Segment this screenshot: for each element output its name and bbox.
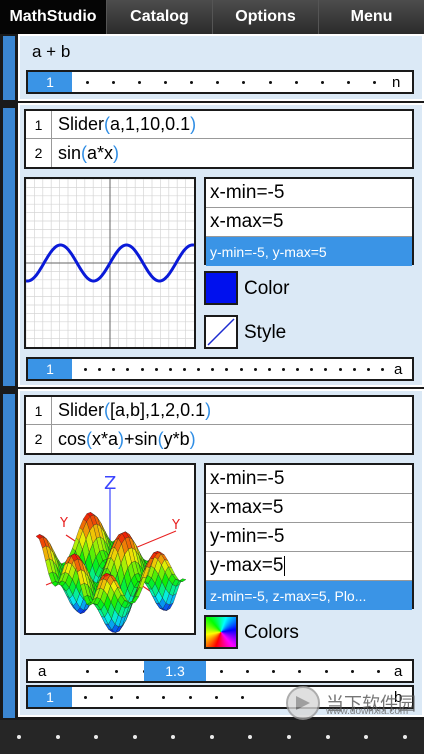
page-dot[interactable]	[209, 735, 214, 739]
page-dot[interactable]	[286, 735, 291, 739]
slider-knob[interactable]: 1	[28, 687, 72, 707]
top-menu-bar: MathStudio Catalog Options Menu	[0, 0, 424, 34]
page-dot[interactable]	[402, 735, 407, 739]
y-axis-label: Y	[59, 516, 68, 531]
range-ymax[interactable]: y-max=5	[206, 552, 412, 581]
code-line[interactable]: 2 cos(x*a)+sin(y*b)	[26, 425, 412, 453]
page-dot[interactable]	[171, 735, 176, 739]
slider-a[interactable]: 1 a	[26, 357, 414, 381]
slider-knob[interactable]: 1	[28, 72, 72, 92]
range-ymin[interactable]: y-min=-5	[206, 523, 412, 552]
slider-ticks	[84, 359, 384, 379]
section-expression[interactable]: a + b 1 n	[18, 34, 424, 101]
range-xmax[interactable]: x-max=5	[206, 208, 412, 237]
tab-options[interactable]: Options	[212, 0, 318, 34]
section3-select-bar[interactable]	[3, 394, 15, 718]
code-text[interactable]: Slider([a,b],1,2,0.1)	[52, 400, 211, 421]
code-text[interactable]: sin(a*x)	[52, 143, 119, 164]
color-swatch[interactable]	[204, 271, 238, 305]
range-xmax[interactable]: x-max=5	[206, 494, 412, 523]
code-line[interactable]: 1 Slider([a,b],1,2,0.1)	[26, 396, 412, 425]
colors-label[interactable]: Colors	[244, 622, 299, 644]
expression-text[interactable]: a + b	[32, 42, 70, 62]
slider-ticks	[220, 661, 380, 681]
section-sine-plot[interactable]: 1 Slider(a,1,10,0.1) 2 sin(a*x) x-min=-5…	[18, 103, 424, 387]
slider-ticks	[86, 661, 146, 681]
slider-ticks	[86, 72, 376, 92]
code-editor-3d[interactable]: 1 Slider([a,b],1,2,0.1) 2 cos(x*a)+sin(y…	[24, 395, 414, 455]
style-swatch[interactable]	[204, 315, 238, 349]
section-surface-plot[interactable]: 1 Slider([a,b],1,2,0.1) 2 cos(x*a)+sin(y…	[18, 389, 424, 717]
slider-knob[interactable]: 1.3	[144, 661, 206, 681]
bottom-page-dots	[0, 720, 424, 754]
slider-end-label: n	[392, 73, 401, 91]
sine-graph	[26, 179, 194, 347]
slider-n[interactable]: 1 n	[26, 70, 414, 94]
line-number: 1	[26, 396, 52, 425]
range-y-selected[interactable]: y-min=-5, y-max=5	[206, 237, 412, 266]
range-xmin[interactable]: x-min=-5	[206, 179, 412, 208]
watermark-logo-icon	[286, 686, 320, 720]
slider-end-label: a	[394, 360, 403, 378]
slider-end-label: a	[394, 662, 403, 680]
code-text[interactable]: Slider(a,1,10,0.1)	[52, 114, 196, 135]
slider-ticks	[84, 687, 244, 707]
section2-select-bar[interactable]	[3, 108, 15, 386]
range-z-selected[interactable]: z-min=-5, z-max=5, Plo...	[206, 581, 412, 610]
watermark-url: www.downxia.com	[326, 706, 409, 717]
page-dot[interactable]	[94, 735, 99, 739]
range-xmin[interactable]: x-min=-5	[206, 465, 412, 494]
left-selection-strip	[0, 34, 18, 720]
colors-swatch[interactable]	[204, 615, 238, 649]
line-number: 1	[26, 110, 52, 139]
code-text[interactable]: cos(x*a)+sin(y*b)	[52, 429, 196, 450]
code-editor-2d[interactable]: 1 Slider(a,1,10,0.1) 2 sin(a*x)	[24, 109, 414, 169]
tab-mathstudio[interactable]: MathStudio	[0, 0, 106, 34]
style-label[interactable]: Style	[244, 322, 286, 344]
sine-plot-canvas[interactable]	[24, 177, 196, 349]
code-line[interactable]: 1 Slider(a,1,10,0.1)	[26, 110, 412, 139]
line-number: 2	[26, 139, 52, 167]
slider-knob[interactable]: 1	[28, 359, 72, 379]
surface-graph: Z Y Y	[35, 473, 187, 633]
slider-a[interactable]: a 1.3 a	[26, 659, 414, 683]
page-dot[interactable]	[325, 735, 330, 739]
color-label[interactable]: Color	[244, 278, 289, 300]
tab-menu[interactable]: Menu	[318, 0, 424, 34]
slider-start-label: a	[38, 662, 47, 680]
page-dot[interactable]	[132, 735, 137, 739]
y-axis-label: Y	[171, 518, 180, 533]
page-dot[interactable]	[364, 735, 369, 739]
surface-mesh	[35, 512, 187, 633]
page-dot[interactable]	[55, 735, 60, 739]
plot-range-editor[interactable]: x-min=-5 x-max=5 y-min=-5, y-max=5	[204, 177, 414, 266]
page-dot[interactable]	[248, 735, 253, 739]
code-line[interactable]: 2 sin(a*x)	[26, 139, 412, 167]
line-style-icon	[207, 318, 235, 346]
section1-select-bar[interactable]	[3, 36, 15, 100]
page-dot[interactable]	[17, 735, 22, 739]
site-watermark: 当下软件园 www.downxia.com	[284, 684, 416, 722]
surface-plot-canvas[interactable]: Z Y Y	[24, 463, 196, 635]
tab-catalog[interactable]: Catalog	[106, 0, 212, 34]
plot-range-editor[interactable]: x-min=-5 x-max=5 y-min=-5 y-max=5 z-min=…	[204, 463, 414, 610]
line-number: 2	[26, 425, 52, 453]
z-axis-label: Z	[104, 473, 116, 494]
